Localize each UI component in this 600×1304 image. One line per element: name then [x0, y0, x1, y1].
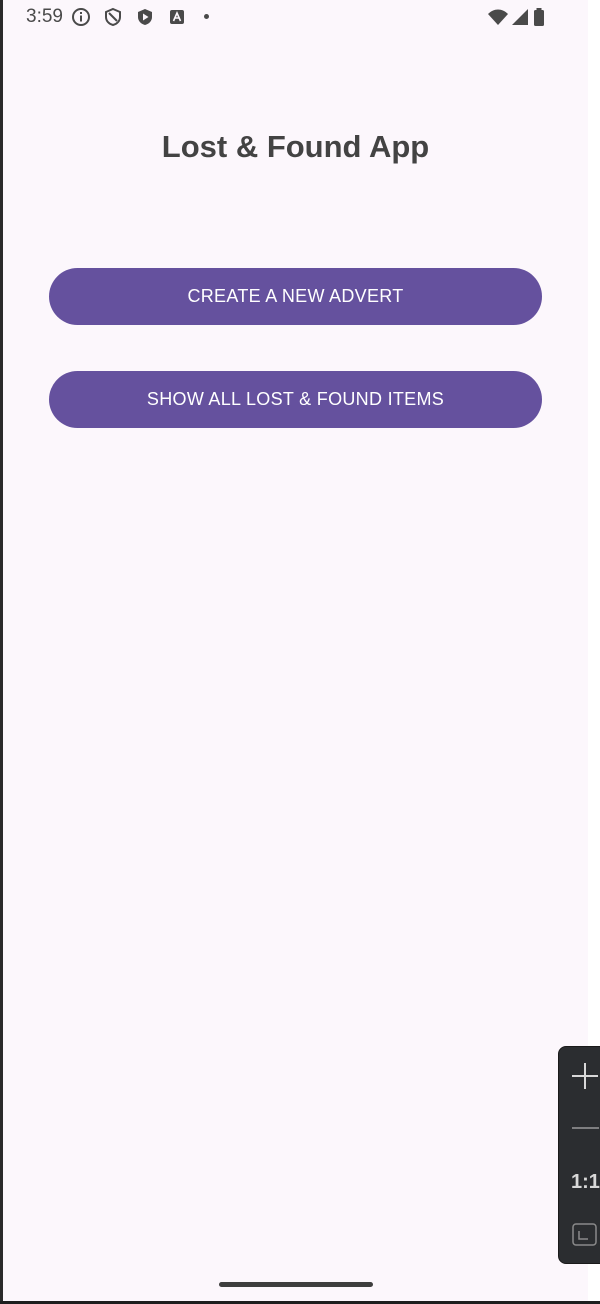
cellular-signal-icon [512, 9, 528, 25]
zoom-out-button[interactable] [559, 1101, 600, 1155]
home-indicator[interactable] [219, 1282, 373, 1287]
app-screen: 3:59 Lost & Found App CREATE A NEW ADVER… [3, 0, 588, 1301]
notification-dot-icon [204, 14, 209, 19]
fit-screen-icon [572, 1223, 597, 1246]
minus-icon [572, 1127, 599, 1129]
text-a-icon [170, 10, 184, 24]
wifi-icon [488, 9, 508, 25]
battery-icon [534, 8, 544, 26]
page-title: Lost & Found App [161, 129, 430, 164]
zoom-fit-button[interactable] [559, 1209, 600, 1263]
shield-play-icon [138, 9, 152, 25]
emulator-zoom-panel: 1:1 [558, 1046, 600, 1264]
status-time: 3:59 [26, 6, 63, 27]
zoom-reset-label: 1:1 [571, 1171, 600, 1193]
shield-outline-icon [105, 7, 121, 27]
status-bar: 3:59 [3, 0, 588, 34]
show-items-button[interactable]: SHOW ALL LOST & FOUND ITEMS [49, 371, 542, 428]
info-icon [72, 8, 90, 26]
plus-icon [572, 1063, 598, 1089]
zoom-reset-button[interactable]: 1:1 [559, 1155, 600, 1209]
create-advert-button[interactable]: CREATE A NEW ADVERT [49, 268, 542, 325]
zoom-in-button[interactable] [559, 1047, 600, 1101]
